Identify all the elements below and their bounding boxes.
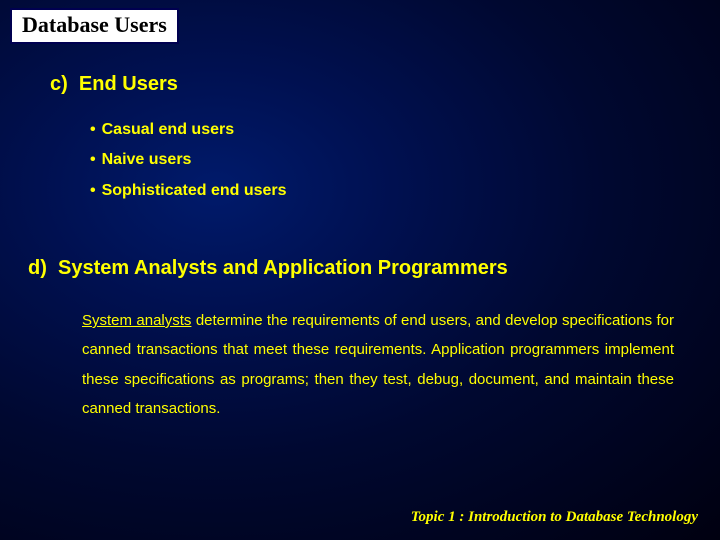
section-c-heading: c) End Users: [50, 73, 178, 96]
section-c-title: End Users: [79, 73, 178, 95]
slide-title-box: Database Users: [10, 8, 179, 44]
section-d-heading: d) System Analysts and Application Progr…: [28, 257, 508, 280]
bullet-icon: •: [90, 115, 96, 145]
list-item: • Naive users: [90, 145, 287, 175]
bullet-icon: •: [90, 145, 96, 175]
slide-footer: Topic 1 : Introduction to Database Techn…: [411, 509, 698, 526]
bullet-text: Casual end users: [102, 115, 235, 145]
slide-title: Database Users: [22, 12, 167, 37]
underlined-lead: System analysts: [82, 312, 191, 329]
section-d-paragraph: System analysts determine the requiremen…: [82, 306, 674, 423]
bullet-text: Sophisticated end users: [102, 176, 287, 206]
bullet-icon: •: [90, 176, 96, 206]
bullet-list: • Casual end users • Naive users • Sophi…: [90, 115, 287, 206]
list-item: • Sophisticated end users: [90, 176, 287, 206]
section-d-label: d): [28, 257, 47, 279]
section-c-label: c): [50, 73, 68, 95]
section-d-title: System Analysts and Application Programm…: [58, 257, 508, 279]
list-item: • Casual end users: [90, 115, 287, 145]
bullet-text: Naive users: [102, 145, 192, 175]
